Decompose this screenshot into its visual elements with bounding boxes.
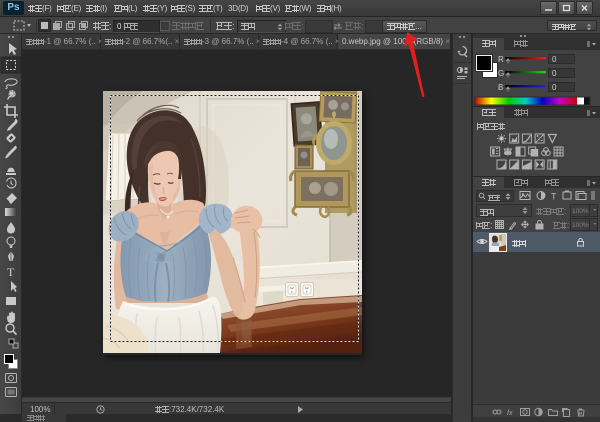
svg-text:G: G (498, 69, 504, 78)
svg-text:T: T (7, 265, 15, 279)
svg-text:T: T (551, 192, 557, 202)
svg-text:0: 0 (552, 83, 557, 92)
svg-text:0: 0 (552, 55, 557, 64)
svg-text:R: R (498, 55, 504, 64)
svg-text:fx: fx (507, 410, 513, 417)
svg-text:0: 0 (552, 69, 557, 78)
svg-text:B: B (498, 83, 503, 92)
